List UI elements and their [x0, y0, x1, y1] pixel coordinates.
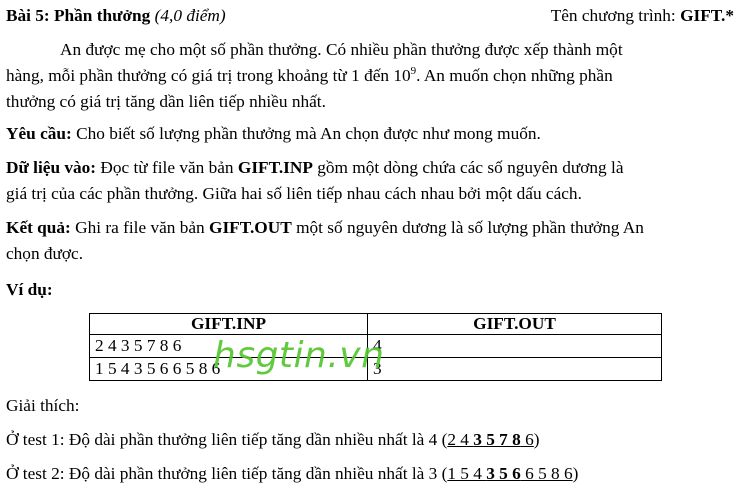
output-label: Kết quả:	[6, 218, 71, 237]
program-name-line: Tên chương trình: GIFT.*	[551, 6, 734, 26]
example-label: Ví dụ:	[6, 280, 53, 300]
intro-line-2-a: hàng, mỗi phần thưởng có giá trị trong k…	[6, 66, 411, 85]
explanation-test-2: Ở test 2: Độ dài phần thưởng liên tiếp t…	[6, 464, 578, 484]
input-line-2: giá trị của các phần thưởng. Giữa hai số…	[6, 184, 582, 203]
test2-prefix: Ở test 2: Độ dài phần thưởng liên tiếp t…	[6, 464, 448, 483]
test2-bold: 3 5 6	[486, 464, 521, 483]
test1-tail: 6	[520, 430, 534, 449]
row-1-output: 4	[367, 334, 662, 358]
intro-line-3: thưởng có giá trị tăng dần liên tiếp nhi…	[6, 92, 326, 111]
output-line-1: Kết quả: Ghi ra file văn bản GIFT.OUT mộ…	[6, 218, 644, 238]
problem-heading: Bài 5: Phần thưởng (4,0 điểm)	[6, 6, 226, 26]
explanation-label: Giải thích:	[6, 396, 80, 415]
test2-suffix: )	[572, 464, 579, 483]
problem-label: Bài 5: Phần thưởng	[6, 6, 151, 25]
output-line-2: chọn được.	[6, 244, 84, 263]
requirement-line: Yêu cầu: Cho biết số lượng phần thưởng m…	[6, 124, 541, 144]
output-file: GIFT.OUT	[209, 218, 292, 237]
input-file: GIFT.INP	[237, 158, 313, 177]
output-text-a: Ghi ra file văn bản	[70, 218, 210, 237]
test1-prefix: Ở test 1: Độ dài phần thưởng liên tiếp t…	[6, 430, 448, 449]
intro-line-2: hàng, mỗi phần thưởng có giá trị trong k…	[6, 66, 613, 86]
example-table-header: GIFT.INP GIFT.OUT	[89, 313, 662, 335]
output-text-b: một số nguyên dương là số lượng phần thư…	[291, 218, 644, 237]
program-name: GIFT.*	[680, 6, 734, 25]
test2-plain: 1 5 4	[447, 464, 487, 483]
test1-bold: 3 5 7 8	[473, 430, 521, 449]
explanation-test-1: Ở test 1: Độ dài phần thưởng liên tiếp t…	[6, 430, 540, 450]
intro-line-1: An được mẹ cho một số phần thưởng. Có nh…	[60, 40, 623, 59]
test2-tail: 6 5 8 6	[520, 464, 573, 483]
input-label: Dữ liệu vào:	[6, 158, 97, 177]
example-label-text: Ví dụ:	[6, 280, 53, 299]
input-text-a: Đọc từ file văn bản	[96, 158, 238, 177]
header-output: GIFT.OUT	[367, 313, 662, 335]
intro-line-2-b: . An muốn chọn những phần	[416, 66, 613, 85]
test1-suffix: )	[533, 430, 540, 449]
watermark-logo: hsgtin.vn	[213, 335, 385, 376]
input-text-b: gồm một dòng chứa các số nguyên dương là	[312, 158, 624, 177]
input-line-1: Dữ liệu vào: Đọc từ file văn bản GIFT.IN…	[6, 158, 624, 178]
requirement-label: Yêu cầu:	[6, 124, 72, 143]
requirement-text: Cho biết số lượng phần thưởng mà An chọn…	[71, 124, 541, 143]
test2-sequence: 1 5 4 3 5 6 6 5 8 6	[447, 464, 572, 483]
row-2-output: 3	[367, 357, 662, 381]
program-prefix: Tên chương trình:	[550, 6, 681, 25]
test1-sequence: 2 4 3 5 7 8 6	[447, 430, 533, 449]
test1-plain: 2 4	[447, 430, 474, 449]
header-input: GIFT.INP	[89, 313, 368, 335]
problem-points: (4,0 điểm)	[154, 6, 226, 25]
